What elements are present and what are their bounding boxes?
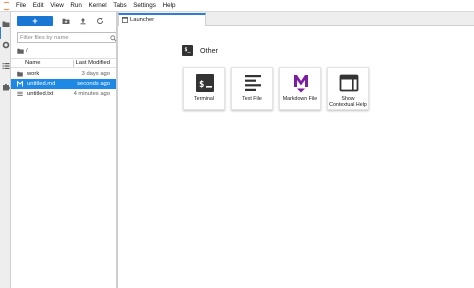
extensions-icon[interactable]	[2, 83, 10, 91]
menu-view[interactable]: View	[50, 0, 64, 12]
file-browser: + / Name Last Modified	[11, 12, 121, 288]
menu-file[interactable]: File	[16, 0, 26, 12]
menu-help[interactable]: Help	[163, 0, 176, 12]
breadcrumb: /	[17, 46, 28, 55]
file-browser-toolbar: +	[11, 14, 116, 28]
active-indicator	[0, 27, 1, 39]
markdown-icon	[294, 75, 308, 93]
terminal-card[interactable]: $ Terminal	[183, 67, 225, 110]
card-label: Show Contextual Help	[329, 96, 367, 109]
section-title: Other	[200, 45, 218, 55]
folder-icon[interactable]	[2, 20, 10, 28]
file-name: untitled.txt	[27, 91, 54, 97]
menu-bar: File Edit View Run Kernel Tabs Settings …	[0, 0, 474, 12]
listing-header: Name Last Modified	[11, 58, 116, 68]
home-folder-icon[interactable]	[17, 48, 24, 54]
menu-settings[interactable]: Settings	[133, 0, 156, 12]
new-launcher-button[interactable]: +	[17, 16, 53, 26]
contextual-help-card[interactable]: Show Contextual Help	[327, 67, 369, 110]
file-modified: 4 minutes ago	[73, 91, 110, 97]
menu-edit[interactable]: Edit	[33, 0, 44, 12]
file-row-untitled-txt[interactable]: untitled.txt 4 minutes ago	[11, 89, 116, 99]
file-name: work	[27, 71, 40, 77]
activity-bar	[0, 12, 11, 288]
refresh-icon[interactable]	[96, 17, 104, 25]
column-divider	[73, 60, 74, 67]
tab-label: Launcher	[130, 17, 155, 23]
contextual-help-icon	[339, 74, 359, 92]
jupyter-logo-icon	[3, 1, 10, 11]
commands-icon[interactable]	[2, 62, 10, 70]
text-file-icon	[17, 91, 23, 96]
column-modified-header[interactable]: Last Modified	[76, 60, 110, 66]
new-folder-icon[interactable]	[62, 17, 70, 25]
menu-tabs[interactable]: Tabs	[113, 0, 126, 12]
terminal-icon: $	[196, 74, 214, 92]
file-name: untitled.md	[27, 81, 56, 87]
markdown-file-card[interactable]: Markdown File	[279, 67, 321, 110]
card-label: Markdown File	[282, 96, 318, 102]
launcher-tab-icon	[122, 17, 128, 23]
running-icon[interactable]	[2, 41, 10, 49]
file-modified: 3 days ago	[81, 71, 110, 77]
file-modified: seconds ago	[77, 81, 110, 87]
card-label: Text File	[242, 96, 262, 102]
section-header-other: $_ Other	[182, 44, 218, 56]
card-label: Terminal	[193, 96, 214, 102]
breadcrumb-root[interactable]: /	[26, 48, 28, 54]
menu-items: File Edit View Run Kernel Tabs Settings …	[16, 0, 182, 12]
menu-run[interactable]: Run	[70, 0, 82, 12]
svg-text:$: $	[199, 80, 204, 90]
menu-kernel[interactable]: Kernel	[89, 0, 107, 12]
terminal-section-icon: $_	[182, 44, 193, 56]
tab-bar: Launcher	[118, 12, 474, 26]
tab-launcher[interactable]: Launcher	[118, 13, 206, 26]
column-name-header[interactable]: Name	[25, 60, 40, 66]
file-row-untitled-md[interactable]: untitled.md seconds ago	[11, 79, 116, 89]
text-file-icon	[245, 75, 261, 91]
filter-files-input[interactable]	[18, 34, 102, 41]
file-row-work[interactable]: work 3 days ago	[11, 69, 116, 79]
markdown-file-icon	[17, 81, 23, 87]
text-file-card[interactable]: Text File	[231, 67, 273, 110]
filter-files-field	[17, 32, 121, 43]
upload-icon[interactable]	[79, 17, 87, 25]
launcher-panel: $_ Other $ Terminal Text File Markdown F…	[118, 27, 474, 288]
folder-icon	[17, 71, 23, 77]
